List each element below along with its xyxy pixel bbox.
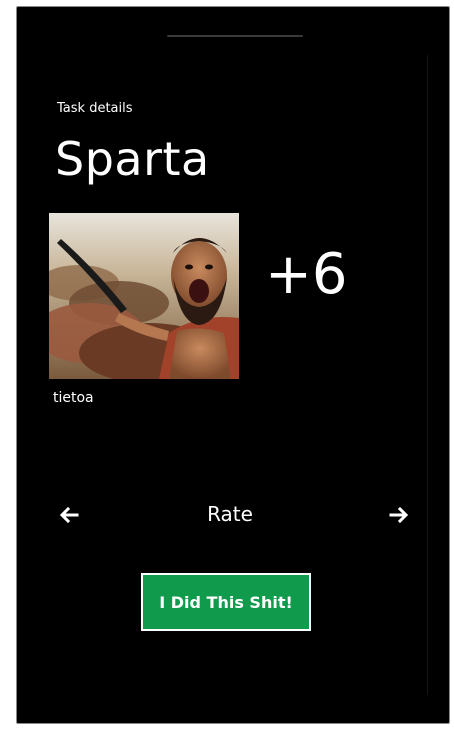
- page-title: Sparta: [55, 132, 210, 186]
- speaker-slot: [167, 35, 303, 37]
- rate-label: Rate: [207, 502, 253, 526]
- task-owner: tietoa: [53, 390, 94, 406]
- spartan-warrior-photo: [49, 213, 239, 379]
- arrow-left-icon[interactable]: [55, 503, 83, 527]
- phone-screen: Task details Sparta +6 tietoa Rate I Did…: [16, 6, 450, 724]
- task-score: +6: [265, 242, 348, 307]
- screen-edge: [427, 55, 428, 695]
- task-photo: [49, 213, 239, 379]
- did-this-button[interactable]: I Did This Shit!: [141, 573, 311, 631]
- page-subtitle: Task details: [57, 101, 133, 116]
- arrow-right-icon[interactable]: [385, 503, 413, 527]
